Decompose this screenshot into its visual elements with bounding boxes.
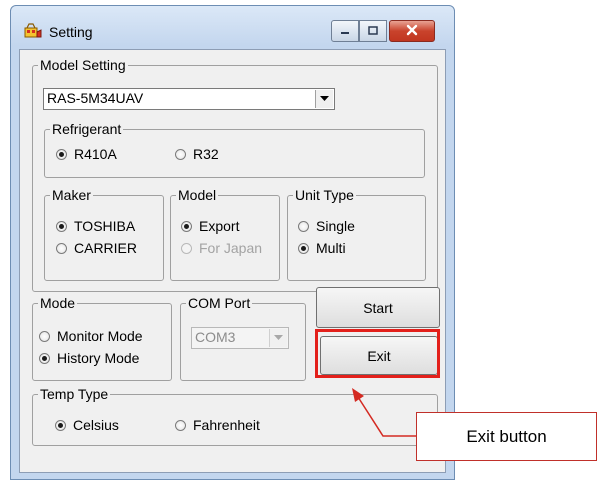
radio-toshiba[interactable]: TOSHIBA <box>56 218 135 234</box>
minimize-icon <box>339 24 351 39</box>
exit-button-callout: Exit button <box>416 412 597 461</box>
close-icon <box>405 24 419 39</box>
radio-celsius-label: Celsius <box>73 417 119 433</box>
radio-celsius[interactable]: Celsius <box>55 417 119 433</box>
unit-type-label: Unit Type <box>293 187 356 203</box>
exit-button-highlight <box>315 329 440 378</box>
radio-multi-label: Multi <box>316 240 346 256</box>
chevron-down-icon <box>269 329 287 347</box>
radio-checked-icon <box>56 220 67 232</box>
radio-for-japan: For Japan <box>181 240 262 256</box>
mode-group: Mode Monitor Mode History Mode <box>32 295 172 381</box>
radio-checked-icon <box>55 419 66 431</box>
title-bar[interactable]: Setting <box>11 6 454 50</box>
radio-unchecked-icon <box>175 419 186 431</box>
radio-r32[interactable]: R32 <box>175 146 219 162</box>
dialog-client-area: Model Setting RAS-5M34UAV Refrigerant R4… <box>19 49 446 473</box>
setting-app-icon <box>24 23 42 39</box>
setting-window: Setting Model Setting RAS-5M34UAV Refrig… <box>10 5 455 480</box>
radio-checked-icon <box>298 242 309 254</box>
model-group: Model Export For Japan <box>170 187 280 281</box>
radio-toshiba-label: TOSHIBA <box>74 218 136 234</box>
start-button[interactable]: Start <box>316 287 440 328</box>
refrigerant-group: Refrigerant R410A R32 <box>44 121 425 178</box>
com-port-label: COM Port <box>186 295 253 311</box>
chevron-down-icon[interactable] <box>315 90 333 108</box>
model-select[interactable]: RAS-5M34UAV <box>43 88 335 110</box>
radio-history-mode[interactable]: History Mode <box>39 350 139 366</box>
radio-checked-icon <box>181 220 192 232</box>
window-title: Setting <box>49 24 93 40</box>
radio-unchecked-icon <box>175 148 186 160</box>
radio-for-japan-label: For Japan <box>199 240 263 256</box>
radio-carrier[interactable]: CARRIER <box>56 240 137 256</box>
maximize-button[interactable] <box>359 20 387 42</box>
com-port-group: COM Port COM3 <box>180 295 306 381</box>
radio-single-label: Single <box>316 218 355 234</box>
radio-monitor-mode[interactable]: Monitor Mode <box>39 328 143 344</box>
unit-type-group: Unit Type Single Multi <box>287 187 426 281</box>
radio-export[interactable]: Export <box>181 218 239 234</box>
maker-group: Maker TOSHIBA CARRIER <box>44 187 164 281</box>
radio-r410a[interactable]: R410A <box>56 146 117 162</box>
radio-checked-icon <box>56 148 67 160</box>
refrigerant-label: Refrigerant <box>50 121 124 137</box>
maximize-icon <box>367 24 379 39</box>
minimize-button[interactable] <box>331 20 359 42</box>
radio-r410a-label: R410A <box>74 146 117 162</box>
model-select-value: RAS-5M34UAV <box>47 90 144 106</box>
radio-unchecked-icon <box>181 242 192 254</box>
radio-carrier-label: CARRIER <box>74 240 138 256</box>
com-port-select: COM3 <box>191 327 289 349</box>
radio-unchecked-icon <box>56 242 67 254</box>
model-setting-group: Model Setting RAS-5M34UAV Refrigerant R4… <box>32 57 438 292</box>
radio-r32-label: R32 <box>193 146 219 162</box>
com-port-value: COM3 <box>195 329 236 345</box>
maker-label: Maker <box>50 187 93 203</box>
radio-unchecked-icon <box>39 330 50 342</box>
radio-unchecked-icon <box>298 220 309 232</box>
model-setting-label: Model Setting <box>38 57 128 73</box>
temp-type-group: Temp Type Celsius Fahrenheit <box>32 386 438 446</box>
radio-export-label: Export <box>199 218 240 234</box>
radio-monitor-mode-label: Monitor Mode <box>57 328 143 344</box>
radio-fahrenheit-label: Fahrenheit <box>193 417 260 433</box>
temp-type-label: Temp Type <box>38 386 111 402</box>
model-label: Model <box>176 187 219 203</box>
radio-fahrenheit[interactable]: Fahrenheit <box>175 417 260 433</box>
radio-multi[interactable]: Multi <box>298 240 346 256</box>
radio-single[interactable]: Single <box>298 218 355 234</box>
radio-history-mode-label: History Mode <box>57 350 140 366</box>
mode-label: Mode <box>38 295 78 311</box>
close-button[interactable] <box>389 20 435 42</box>
radio-checked-icon <box>39 352 50 364</box>
